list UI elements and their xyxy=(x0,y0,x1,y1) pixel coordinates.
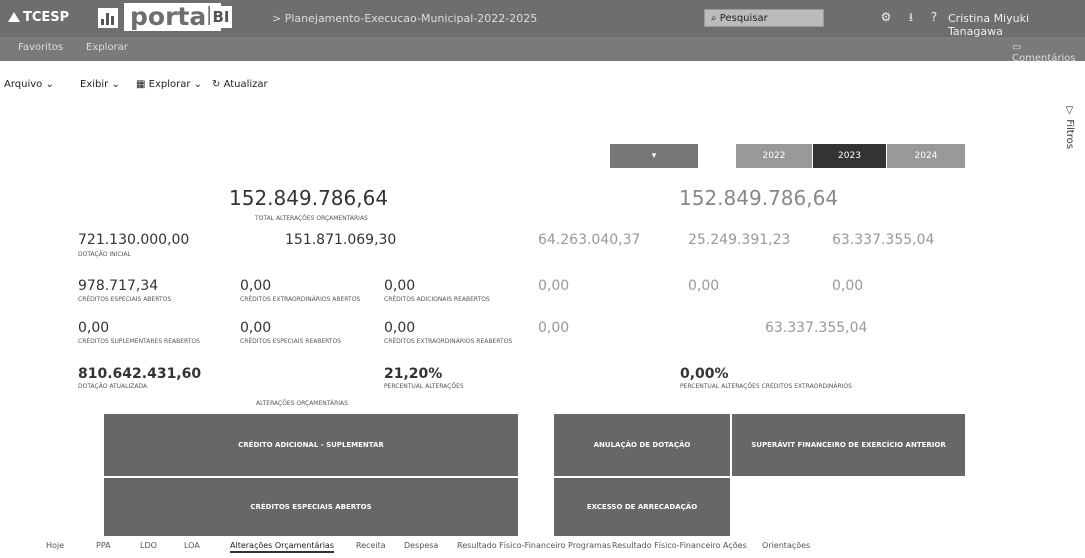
help-icon[interactable]: ? xyxy=(926,9,942,25)
explore-menu[interactable]: ▦ Explorar ⌄ xyxy=(136,79,202,90)
tab-actions-results[interactable]: Resultado Físico-Financeiro Ações xyxy=(612,541,747,550)
refresh-button[interactable]: ↻ Atualizar xyxy=(212,79,268,90)
updated-allocation-value: 810.642.431,60 xyxy=(78,366,202,382)
refresh-label: Atualizar xyxy=(223,79,268,90)
metric-value: 0,00 xyxy=(78,320,110,336)
view-menu-label: Exibir xyxy=(80,79,109,90)
tab-ldo[interactable]: LDO xyxy=(140,541,157,550)
explore-menu-label: Explorar xyxy=(148,79,191,90)
filter-icon: ▽ xyxy=(1064,105,1075,120)
tab-loa[interactable]: LOA xyxy=(184,541,200,550)
excess-revenue-tile[interactable]: EXCESSO DE ARRECADAÇÃO xyxy=(554,478,730,536)
filters-text: Filtros xyxy=(1064,119,1075,149)
metric-value: 978.717,34 xyxy=(78,278,159,294)
metric-value: 0,00 xyxy=(240,278,272,294)
metric-value: 0,00 xyxy=(688,278,720,294)
search-icon: ⌕ xyxy=(711,13,720,24)
metric-value: 0,00 xyxy=(240,320,272,336)
supplementary-credit-tile[interactable]: CRÉDITO ADICIONAL - SUPLEMENTAR xyxy=(104,414,518,476)
percent-extra-value: 0,00% xyxy=(680,366,729,382)
percent-changes-label: PERCENTUAL ALTERAÇÕES xyxy=(384,383,464,390)
metric-label: DOTAÇÃO INICIAL xyxy=(78,251,131,258)
tab-programs-results[interactable]: Resultado Físico-Financeiro Programas xyxy=(457,541,611,550)
filters-pane[interactable]: ▽ Filtros xyxy=(1062,105,1082,365)
metric-label: CRÉDITOS ESPECIAIS REABERTOS xyxy=(240,338,342,345)
metric-label: CRÉDITOS SUPLEMENTARES REABERTOS xyxy=(78,338,200,345)
favorites-link[interactable]: Favoritos xyxy=(18,42,63,53)
search-placeholder: Pesquisar xyxy=(719,13,768,24)
tab-hoje[interactable]: Hoje xyxy=(46,541,64,550)
updated-allocation-label: DOTAÇÃO ATUALIZADA xyxy=(78,383,148,390)
metric-value: 151.871.069,30 xyxy=(285,232,397,248)
explore-icon: ▦ xyxy=(136,79,149,90)
tce-logo-icon xyxy=(8,12,20,22)
filters-label: ▽ Filtros xyxy=(1064,105,1075,149)
tab-budget-changes[interactable]: Alterações Orçamentárias xyxy=(230,541,334,553)
metric-value: 0,00 xyxy=(832,278,864,294)
bi-logo: BI xyxy=(210,6,232,28)
report-breadcrumb[interactable]: > Planejamento-Execucao-Municipal-2022-2… xyxy=(272,12,537,25)
bar-chart-icon xyxy=(98,8,118,28)
view-menu[interactable]: Exibir ⌄ xyxy=(80,79,120,90)
chevron-down-icon: ⌄ xyxy=(111,79,120,90)
percent-changes-value: 21,20% xyxy=(384,366,443,382)
allocation-annulment-tile[interactable]: ANULAÇÃO DE DOTAÇÃO xyxy=(554,414,730,476)
tiles-header: ALTERAÇÕES ORÇAMENTÁRIAS xyxy=(256,400,348,407)
year-filter-button[interactable]: ▾ xyxy=(610,144,698,168)
total-changes-value: 152.849.786,64 xyxy=(229,186,389,210)
tab-expense[interactable]: Despesa xyxy=(404,541,438,550)
portal-logo[interactable]: portal xyxy=(124,3,221,31)
comments-label: Comentários xyxy=(1012,53,1076,64)
metric-label: CRÉDITOS EXTRAORDINÁRIOS ABERTOS xyxy=(240,296,361,303)
metric-value: 0,00 xyxy=(538,278,570,294)
explore-link[interactable]: Explorar xyxy=(86,42,128,53)
metric-value: 0,00 xyxy=(538,320,570,336)
file-menu[interactable]: Arquivo ⌄ xyxy=(4,79,54,90)
metric-value: 63.337.355,04 xyxy=(832,232,935,248)
comment-icon: ▭ xyxy=(1012,42,1022,53)
metric-value: 63.337.355,04 xyxy=(765,320,868,336)
tab-guidance[interactable]: Orientações xyxy=(762,541,810,550)
metric-value: 25.249.391,23 xyxy=(688,232,791,248)
metric-value: 0,00 xyxy=(384,320,416,336)
download-icon[interactable]: ⭳ xyxy=(903,9,919,25)
total-changes-label: TOTAL ALTERAÇÕES ORÇAMENTÁRIAS xyxy=(255,215,368,222)
year-2024-button[interactable]: 2024 xyxy=(887,144,965,168)
tce-logo-text: TCESP xyxy=(23,10,70,25)
year-2022-button[interactable]: 2022 xyxy=(736,144,812,168)
chevron-down-icon: ⌄ xyxy=(193,79,203,90)
file-menu-label: Arquivo xyxy=(4,79,43,90)
percent-extra-label: PERCENTUAL ALTERAÇÕES CRÉDITOS EXTRAORDI… xyxy=(680,383,852,390)
tab-ppa[interactable]: PPA xyxy=(96,541,111,550)
financial-surplus-tile[interactable]: SUPERÁVIT FINANCEIRO DE EXERCÍCIO ANTERI… xyxy=(732,414,965,476)
chevron-down-icon: ⌄ xyxy=(45,79,54,90)
metric-value: 64.263.040,37 xyxy=(538,232,641,248)
comments-button[interactable]: ▭ Comentários xyxy=(1012,42,1085,64)
refresh-icon: ↻ xyxy=(212,79,224,90)
metric-value: 721.130.000,00 xyxy=(78,232,190,248)
metric-label: CRÉDITOS ESPECIAIS ABERTOS xyxy=(78,296,172,303)
metric-label: CRÉDITOS EXTRAORDINÁRIOS REABERTOS xyxy=(384,338,513,345)
sub-nav-bar xyxy=(0,37,1085,61)
special-credits-tile[interactable]: CRÉDITOS ESPECIAIS ABERTOS xyxy=(104,478,518,536)
year-2023-button[interactable]: 2023 xyxy=(813,144,886,168)
user-name[interactable]: Cristina Miyuki Tanagawa xyxy=(948,12,1085,38)
total-changes-right-value: 152.849.786,64 xyxy=(679,186,839,210)
search-input[interactable]: ⌕ Pesquisar xyxy=(704,9,824,27)
gear-icon[interactable]: ⚙ xyxy=(878,9,894,25)
dropdown-icon: ▾ xyxy=(651,151,657,161)
metric-label: CRÉDITOS ADICIONAIS REABERTOS xyxy=(384,296,490,303)
metric-value: 0,00 xyxy=(384,278,416,294)
tce-logo[interactable]: TCESP xyxy=(8,10,69,25)
tab-revenue[interactable]: Receita xyxy=(356,541,386,550)
